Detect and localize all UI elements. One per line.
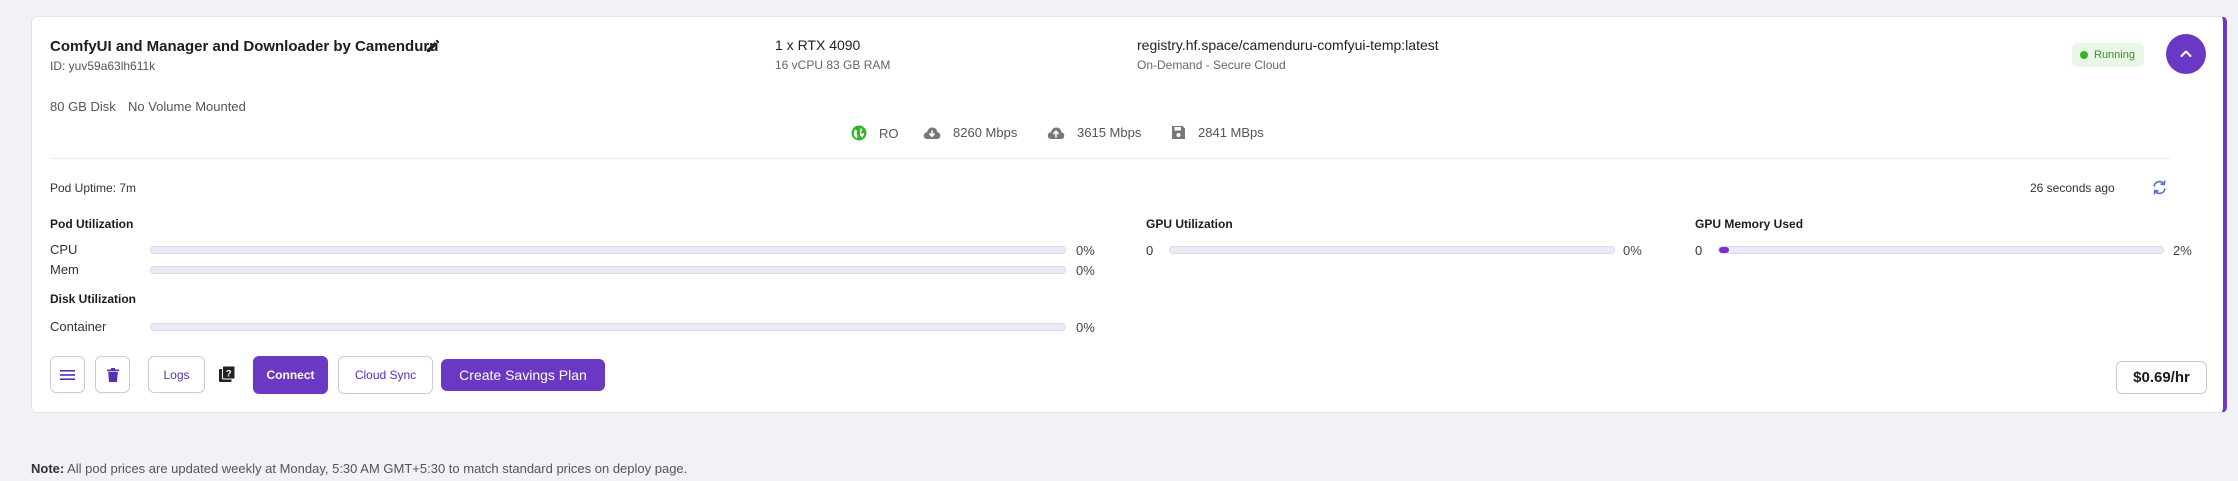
container-label: Container [50,319,107,334]
disk-size: 80 GB Disk [50,99,116,114]
gpu-memory-fill [1719,247,1729,253]
section-divider [50,158,2170,159]
volume-status: No Volume Mounted [128,99,246,114]
gpu-index: 0 [1146,243,1154,258]
status-dot [2080,51,2088,59]
note-label: Note: [31,461,65,476]
trash-icon [106,367,119,382]
gpu-memory-percent: 2% [2173,243,2192,258]
svg-text:?: ? [226,368,232,379]
mem-label: Mem [50,262,79,277]
floppy-disk-icon [1172,126,1185,139]
collapse-button[interactable] [2166,34,2206,74]
gpu-utilization-bar [1169,246,1615,254]
gpu-memory-index: 0 [1695,243,1703,258]
delete-button[interactable] [95,356,130,393]
container-progress-bar [150,323,1066,331]
region-stat: RO [851,125,899,141]
disk-speed: 2841 MBps [1198,125,1264,140]
pod-utilization-heading: Pod Utilization [50,217,134,231]
gpu-utilization-heading: GPU Utilization [1146,217,1233,231]
disk-utilization-heading: Disk Utilization [50,292,137,306]
refresh-icon[interactable] [2151,179,2168,196]
cloud-upload-icon [1047,127,1065,139]
connect-button[interactable]: Connect [253,356,328,394]
help-book-icon: ? [219,365,236,382]
status-text: Running [2094,49,2135,61]
container-percent: 0% [1076,320,1095,335]
cpu-progress-bar [150,246,1066,254]
pod-specs: 16 vCPU 83 GB RAM [775,58,891,72]
pod-name: ComfyUI and Manager and Downloader by Ca… [50,38,439,55]
globe-icon [851,125,867,141]
create-savings-plan-button[interactable]: Create Savings Plan [441,359,605,391]
cloud-sync-button[interactable]: Cloud Sync [338,356,433,394]
logs-button[interactable]: Logs [148,356,205,393]
hamburger-menu-icon [60,369,75,380]
download-stat: 8260 Mbps [923,125,1017,140]
pencil-icon[interactable] [425,38,441,54]
mem-percent: 0% [1076,263,1095,278]
pricing-note: Note: All pod prices are updated weekly … [31,461,687,476]
last-updated: 26 seconds ago [2030,181,2115,195]
gpu-memory-heading: GPU Memory Used [1695,217,1804,231]
upload-stat: 3615 Mbps [1047,125,1141,140]
price-per-hour: $0.69/hr [2116,361,2207,394]
status-badge: Running [2072,43,2144,67]
cpu-label: CPU [50,242,78,257]
note-text: All pod prices are updated weekly at Mon… [67,461,688,476]
cloud-download-icon [923,127,941,139]
gpu-utilization-percent: 0% [1623,243,1642,258]
download-speed: 8260 Mbps [953,125,1018,140]
gpu-config: 1 x RTX 4090 [775,37,861,53]
region-code: RO [879,125,899,141]
disk-speed-stat: 2841 MBps [1171,125,1264,140]
cpu-percent: 0% [1076,243,1095,258]
container-image: registry.hf.space/camenduru-comfyui-temp… [1137,37,1439,53]
chevron-up-icon [2180,50,2192,57]
upload-speed: 3615 Mbps [1077,125,1142,140]
gpu-memory-bar [1718,246,2164,254]
mem-progress-bar [150,266,1066,274]
pod-id: ID: yuv59a63lh611k [50,59,156,73]
help-button[interactable]: ? [216,362,238,386]
pod-uptime: Pod Uptime: 7m [50,181,137,195]
menu-button[interactable] [50,356,85,393]
cloud-type: On-Demand - Secure Cloud [1137,58,1286,72]
pod-card: ComfyUI and Manager and Downloader by Ca… [31,16,2227,413]
